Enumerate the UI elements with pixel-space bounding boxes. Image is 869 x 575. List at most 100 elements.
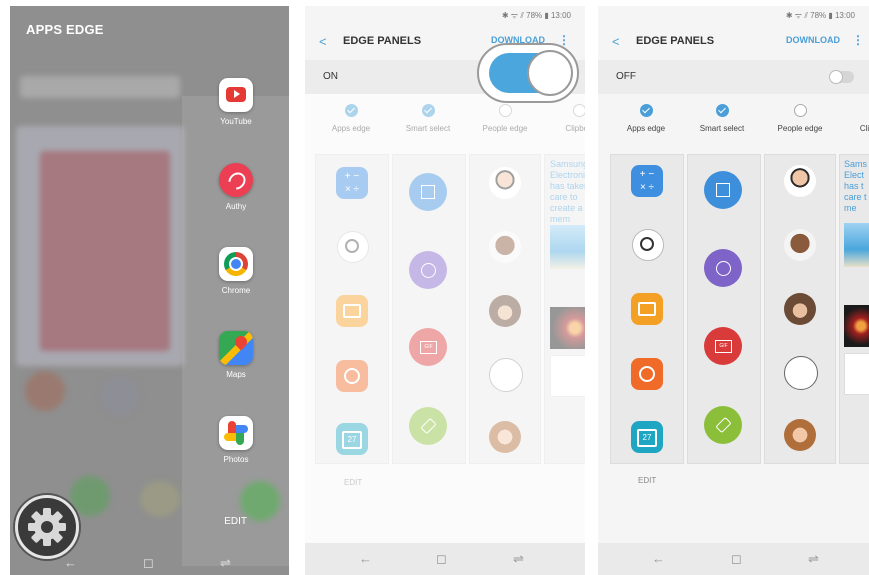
option-apps-edge[interactable]: Apps edge — [613, 104, 679, 133]
photos-icon — [219, 416, 253, 450]
checkbox-checked-icon[interactable] — [344, 104, 358, 117]
option-smart-select[interactable]: Smart select — [689, 104, 755, 133]
checkbox-checked-icon[interactable] — [421, 104, 435, 117]
home-nav-button[interactable]: ◻ — [143, 555, 154, 571]
master-toggle[interactable] — [829, 70, 854, 84]
recents-nav-button[interactable]: ⇌ — [513, 551, 524, 567]
apps-edge-title: APPS EDGE — [26, 22, 104, 37]
app-maps[interactable]: Maps — [206, 331, 266, 379]
clipboard-text: Sams Elect has t care t a me — [844, 159, 869, 213]
page-title: EDGE PANELS — [343, 35, 422, 47]
animation-gif-icon: GIF — [409, 328, 447, 366]
maps-icon — [219, 331, 253, 365]
empty-contact-icon — [489, 358, 523, 392]
contact-avatar — [489, 167, 521, 199]
apps-edge-screen: APPS EDGE YouTube Authy Chrome Maps Phot… — [10, 6, 289, 575]
contact-avatar — [489, 231, 521, 263]
recents-nav-button[interactable]: ⇌ — [808, 551, 819, 567]
clock-icon — [337, 231, 369, 263]
master-toggle-highlight[interactable] — [477, 43, 579, 103]
app-label: Photos — [223, 455, 249, 464]
panel-options: Apps edge Smart select People edge Clipb — [598, 104, 869, 148]
option-smart-select[interactable]: Smart select — [395, 104, 461, 133]
option-label: People edge — [777, 124, 823, 133]
edit-button[interactable]: EDIT — [638, 476, 656, 485]
calendar-icon: 27 — [336, 423, 368, 455]
edit-button[interactable]: EDIT — [224, 516, 247, 527]
status-bar: ✱ ᯤ ⫽ 78% ▮ 13:00 — [501, 11, 571, 20]
oval-select-icon — [704, 249, 742, 287]
panel-options: Apps edge Smart select People edge Clipb… — [305, 104, 585, 148]
chrome-icon — [219, 247, 253, 281]
calculator-icon: + − × ÷ — [336, 167, 368, 199]
checkbox-unchecked-icon[interactable] — [572, 104, 585, 117]
back-nav-button[interactable]: ← — [359, 551, 372, 566]
app-label: Maps — [226, 370, 246, 379]
calculator-icon: + − × ÷ — [631, 165, 663, 197]
back-button[interactable]: < — [612, 34, 620, 49]
clipboard-edge-preview-card[interactable]: Sams Elect has t care t a me — [839, 154, 869, 464]
checkbox-checked-icon[interactable] — [639, 104, 653, 117]
download-button[interactable]: DOWNLOAD — [786, 35, 840, 45]
home-nav-button[interactable]: ◻ — [731, 551, 742, 567]
back-nav-button[interactable]: ← — [64, 555, 77, 570]
clipboard-image-fireworks — [550, 307, 585, 349]
app-label: Authy — [225, 202, 247, 211]
clipboard-screenshot — [844, 353, 869, 395]
app-youtube[interactable]: YouTube — [206, 78, 266, 126]
option-label: Clipb — [859, 124, 869, 133]
home-nav-button[interactable]: ◻ — [436, 551, 447, 567]
calendar-icon: 27 — [631, 421, 663, 453]
master-switch-row[interactable]: OFF — [598, 60, 869, 94]
contact-avatar — [489, 295, 521, 327]
edge-panels-screen-on: ✱ ᯤ ⫽ 78% ▮ 13:00 < EDGE PANELS DOWNLOAD… — [305, 6, 585, 575]
recents-nav-button[interactable]: ⇌ — [220, 555, 231, 571]
back-button[interactable]: < — [319, 34, 327, 49]
back-nav-button[interactable]: ← — [652, 551, 665, 566]
people-edge-preview-card[interactable] — [764, 154, 836, 464]
pin-to-screen-icon — [704, 406, 742, 444]
clipboard-text: Samsung Electronics has taken care to cr… — [550, 159, 585, 224]
app-label: Chrome — [221, 286, 251, 295]
rectangle-select-icon — [409, 173, 447, 211]
option-people-edge[interactable]: People edge — [767, 104, 833, 133]
option-people-edge[interactable]: People edge — [472, 104, 538, 133]
option-apps-edge[interactable]: Apps edge — [318, 104, 384, 133]
checkbox-checked-icon[interactable] — [715, 104, 729, 117]
app-label: YouTube — [220, 117, 252, 126]
page-title: EDGE PANELS — [636, 35, 715, 47]
my-files-icon — [631, 293, 663, 325]
option-label: People edge — [482, 124, 528, 133]
option-label: Smart select — [699, 124, 745, 133]
option-label: Clipboa — [565, 124, 585, 133]
smart-select-preview-card[interactable]: GIF — [392, 154, 466, 464]
contact-avatar — [784, 229, 816, 261]
status-bar: ✱ ᯤ ⫽ 78% ▮ 13:00 — [785, 11, 855, 20]
people-edge-preview-card[interactable] — [469, 154, 541, 464]
clipboard-edge-preview-card[interactable]: Samsung Electronics has taken care to cr… — [544, 154, 585, 464]
option-clipboard[interactable]: Clipb — [836, 104, 869, 133]
apps-edge-preview-card[interactable]: + − × ÷ 27 — [315, 154, 389, 464]
navigation-bar: ← ◻ ⇌ — [598, 543, 869, 575]
contact-avatar — [784, 419, 816, 451]
smart-select-preview-card[interactable]: GIF — [687, 154, 761, 464]
oval-select-icon — [409, 251, 447, 289]
settings-gear-button[interactable] — [15, 495, 79, 559]
youtube-icon — [219, 78, 253, 112]
edit-button[interactable]: EDIT — [344, 478, 362, 487]
app-photos[interactable]: Photos — [206, 416, 266, 464]
clock-icon — [632, 229, 664, 261]
app-chrome[interactable]: Chrome — [206, 247, 266, 295]
apps-edge-preview-card[interactable]: + − × ÷ 27 — [610, 154, 684, 464]
checkbox-unchecked-icon[interactable] — [793, 104, 807, 117]
app-authy[interactable]: Authy — [206, 163, 266, 211]
option-label: Apps edge — [626, 124, 666, 133]
option-label: Apps edge — [331, 124, 371, 133]
option-clipboard[interactable]: Clipboa — [546, 104, 585, 133]
authy-icon — [219, 163, 253, 197]
toggle-knob — [829, 70, 843, 84]
checkbox-unchecked-icon[interactable] — [498, 104, 512, 117]
flower-app-icon — [631, 358, 663, 390]
more-options-icon[interactable]: ⋮ — [852, 33, 864, 47]
clipboard-image-beach — [550, 225, 585, 269]
